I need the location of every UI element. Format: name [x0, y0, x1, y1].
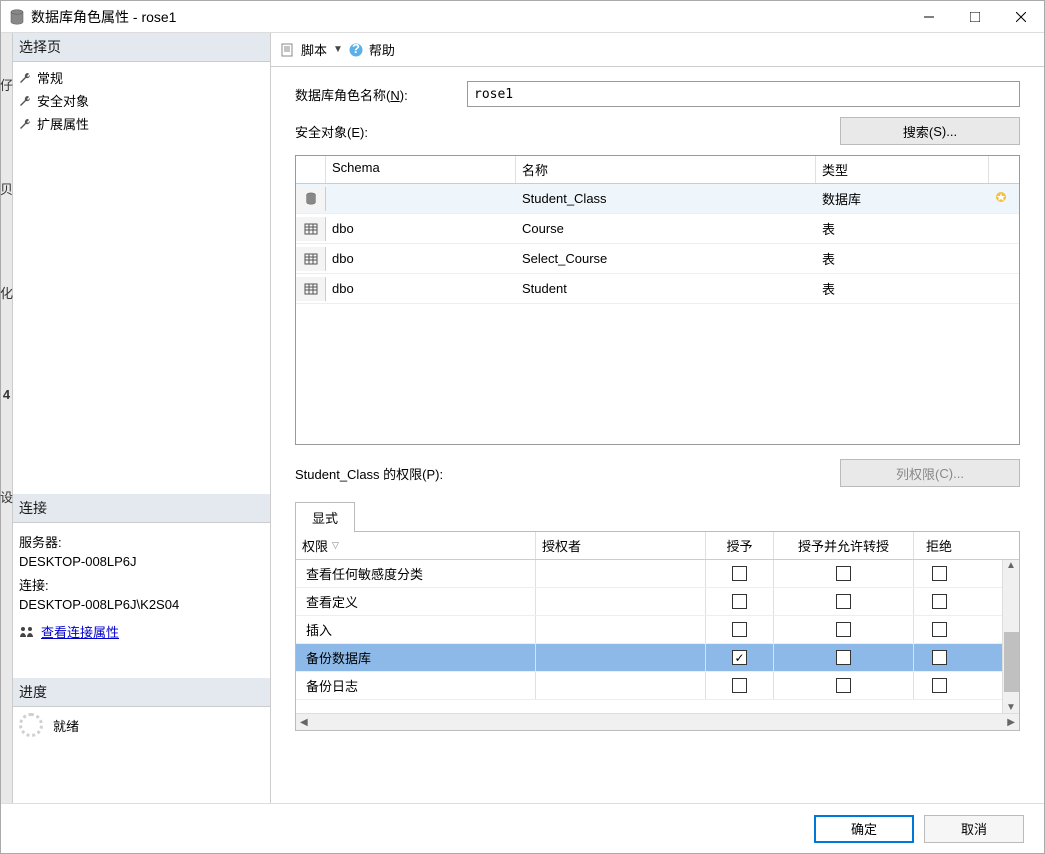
- nav-extended[interactable]: 扩展属性: [19, 112, 264, 135]
- view-connection-props-link[interactable]: 查看连接属性: [41, 623, 119, 643]
- checkbox[interactable]: [836, 566, 851, 581]
- database-icon: [9, 9, 25, 25]
- window-title: 数据库角色属性 - rose1: [31, 7, 906, 27]
- minimize-button[interactable]: [906, 1, 952, 33]
- people-icon: [19, 625, 35, 639]
- nav-label: 常规: [37, 68, 63, 87]
- permission-row[interactable]: 备份日志: [296, 672, 1002, 700]
- securables-label: 安全对象(E):: [295, 122, 368, 141]
- checkbox[interactable]: [932, 650, 947, 665]
- securables-row[interactable]: dboStudent表: [296, 274, 1019, 304]
- nav-general[interactable]: 常规: [19, 66, 264, 89]
- securables-row[interactable]: dboCourse表: [296, 214, 1019, 244]
- svg-text:?: ?: [352, 43, 360, 56]
- edge-char: 化: [0, 283, 13, 302]
- securables-row[interactable]: Student_Class数据库: [296, 184, 1019, 214]
- wrench-icon: [19, 118, 31, 130]
- progress-status: 就绪: [53, 716, 79, 735]
- progress-header: 进度: [13, 678, 270, 707]
- role-name-input[interactable]: [467, 81, 1020, 107]
- wrench-icon: [19, 72, 31, 84]
- col-deny[interactable]: 拒绝: [914, 532, 964, 559]
- server-value: DESKTOP-008LP6J: [19, 552, 264, 572]
- checkbox[interactable]: [932, 622, 947, 637]
- checkbox[interactable]: [732, 678, 747, 693]
- edge-char: 4: [3, 387, 10, 402]
- dialog-footer: 确定 取消: [1, 803, 1044, 853]
- securables-grid[interactable]: Schema 名称 类型 Student_Class数据库dboCourse表d…: [295, 155, 1020, 445]
- tab-explicit[interactable]: 显式: [295, 502, 355, 532]
- permission-row[interactable]: 查看定义: [296, 588, 1002, 616]
- col-name[interactable]: 名称: [516, 156, 816, 183]
- scroll-right-arrow[interactable]: ▶: [1007, 717, 1015, 728]
- nav-securables[interactable]: 安全对象: [19, 89, 264, 112]
- column-permissions-button: 列权限(C)...: [840, 459, 1020, 487]
- conn-value: DESKTOP-008LP6J\K2S04: [19, 595, 264, 615]
- ok-button[interactable]: 确定: [814, 815, 914, 843]
- checkbox[interactable]: ✓: [732, 650, 747, 665]
- vertical-scrollbar[interactable]: ▲ ▼: [1002, 560, 1019, 713]
- sidebar: 选择页 常规 安全对象 扩展属性 连接 服务器: DESKTOP-008LP6J…: [13, 33, 271, 803]
- main-panel: 脚本 ▼ ? 帮助 数据库角色名称(N): 安全对象(E): 搜索(S)... …: [271, 33, 1044, 803]
- checkbox[interactable]: [932, 594, 947, 609]
- title-bar: 数据库角色属性 - rose1: [1, 1, 1044, 33]
- permission-row[interactable]: 查看任何敏感度分类: [296, 560, 1002, 588]
- help-button[interactable]: 帮助: [369, 40, 395, 59]
- securables-row[interactable]: dboSelect_Course表: [296, 244, 1019, 274]
- server-label: 服务器:: [19, 533, 264, 553]
- nav-list: 常规 安全对象 扩展属性: [13, 62, 270, 139]
- checkbox[interactable]: [836, 678, 851, 693]
- scroll-left-arrow[interactable]: ◀: [300, 717, 308, 728]
- left-edge-strip: 仔 贝 化 4 设: [1, 33, 13, 803]
- script-icon: [281, 43, 295, 57]
- permission-row[interactable]: 备份数据库✓: [296, 644, 1002, 672]
- checkbox[interactable]: [732, 566, 747, 581]
- help-icon: ?: [349, 43, 363, 57]
- edge-char: 仔: [0, 75, 13, 94]
- connection-header: 连接: [13, 494, 270, 523]
- nav-label: 扩展属性: [37, 114, 89, 133]
- nav-label: 安全对象: [37, 91, 89, 110]
- checkbox[interactable]: [836, 650, 851, 665]
- col-type[interactable]: 类型: [816, 156, 989, 183]
- col-permission[interactable]: 权限▽: [296, 532, 536, 559]
- checkbox[interactable]: [732, 622, 747, 637]
- edge-char: 贝: [0, 179, 13, 198]
- checkbox[interactable]: [836, 594, 851, 609]
- col-with-grant[interactable]: 授予并允许转授: [774, 532, 914, 559]
- conn-label: 连接:: [19, 576, 264, 596]
- script-dropdown-arrow[interactable]: ▼: [333, 44, 343, 55]
- permissions-label: Student_Class 的权限(P):: [295, 464, 443, 483]
- checkbox[interactable]: [932, 566, 947, 581]
- scroll-down-arrow[interactable]: ▼: [1006, 702, 1016, 713]
- cancel-button[interactable]: 取消: [924, 815, 1024, 843]
- col-grant[interactable]: 授予: [706, 532, 774, 559]
- horizontal-scrollbar[interactable]: ◀ ▶: [296, 713, 1019, 730]
- checkbox[interactable]: [836, 622, 851, 637]
- toolbar: 脚本 ▼ ? 帮助: [271, 33, 1044, 67]
- permission-row[interactable]: 插入: [296, 616, 1002, 644]
- checkbox[interactable]: [732, 594, 747, 609]
- permissions-grid[interactable]: 权限▽ 授权者 授予 授予并允许转授 拒绝 查看任何敏感度分类查看定义插入备份数…: [295, 531, 1020, 731]
- col-schema[interactable]: Schema: [326, 156, 516, 183]
- spinner-icon: [19, 713, 43, 737]
- wrench-icon: [19, 95, 31, 107]
- maximize-button[interactable]: [952, 1, 998, 33]
- scroll-thumb[interactable]: [1004, 632, 1019, 692]
- edge-char: 设: [0, 487, 13, 506]
- checkbox[interactable]: [932, 678, 947, 693]
- search-button[interactable]: 搜索(S)...: [840, 117, 1020, 145]
- col-grantor[interactable]: 授权者: [536, 532, 706, 559]
- script-button[interactable]: 脚本: [301, 40, 327, 59]
- select-page-header: 选择页: [13, 33, 270, 62]
- close-button[interactable]: [998, 1, 1044, 33]
- role-name-label: 数据库角色名称(N):: [295, 85, 455, 104]
- scroll-up-arrow[interactable]: ▲: [1006, 560, 1016, 571]
